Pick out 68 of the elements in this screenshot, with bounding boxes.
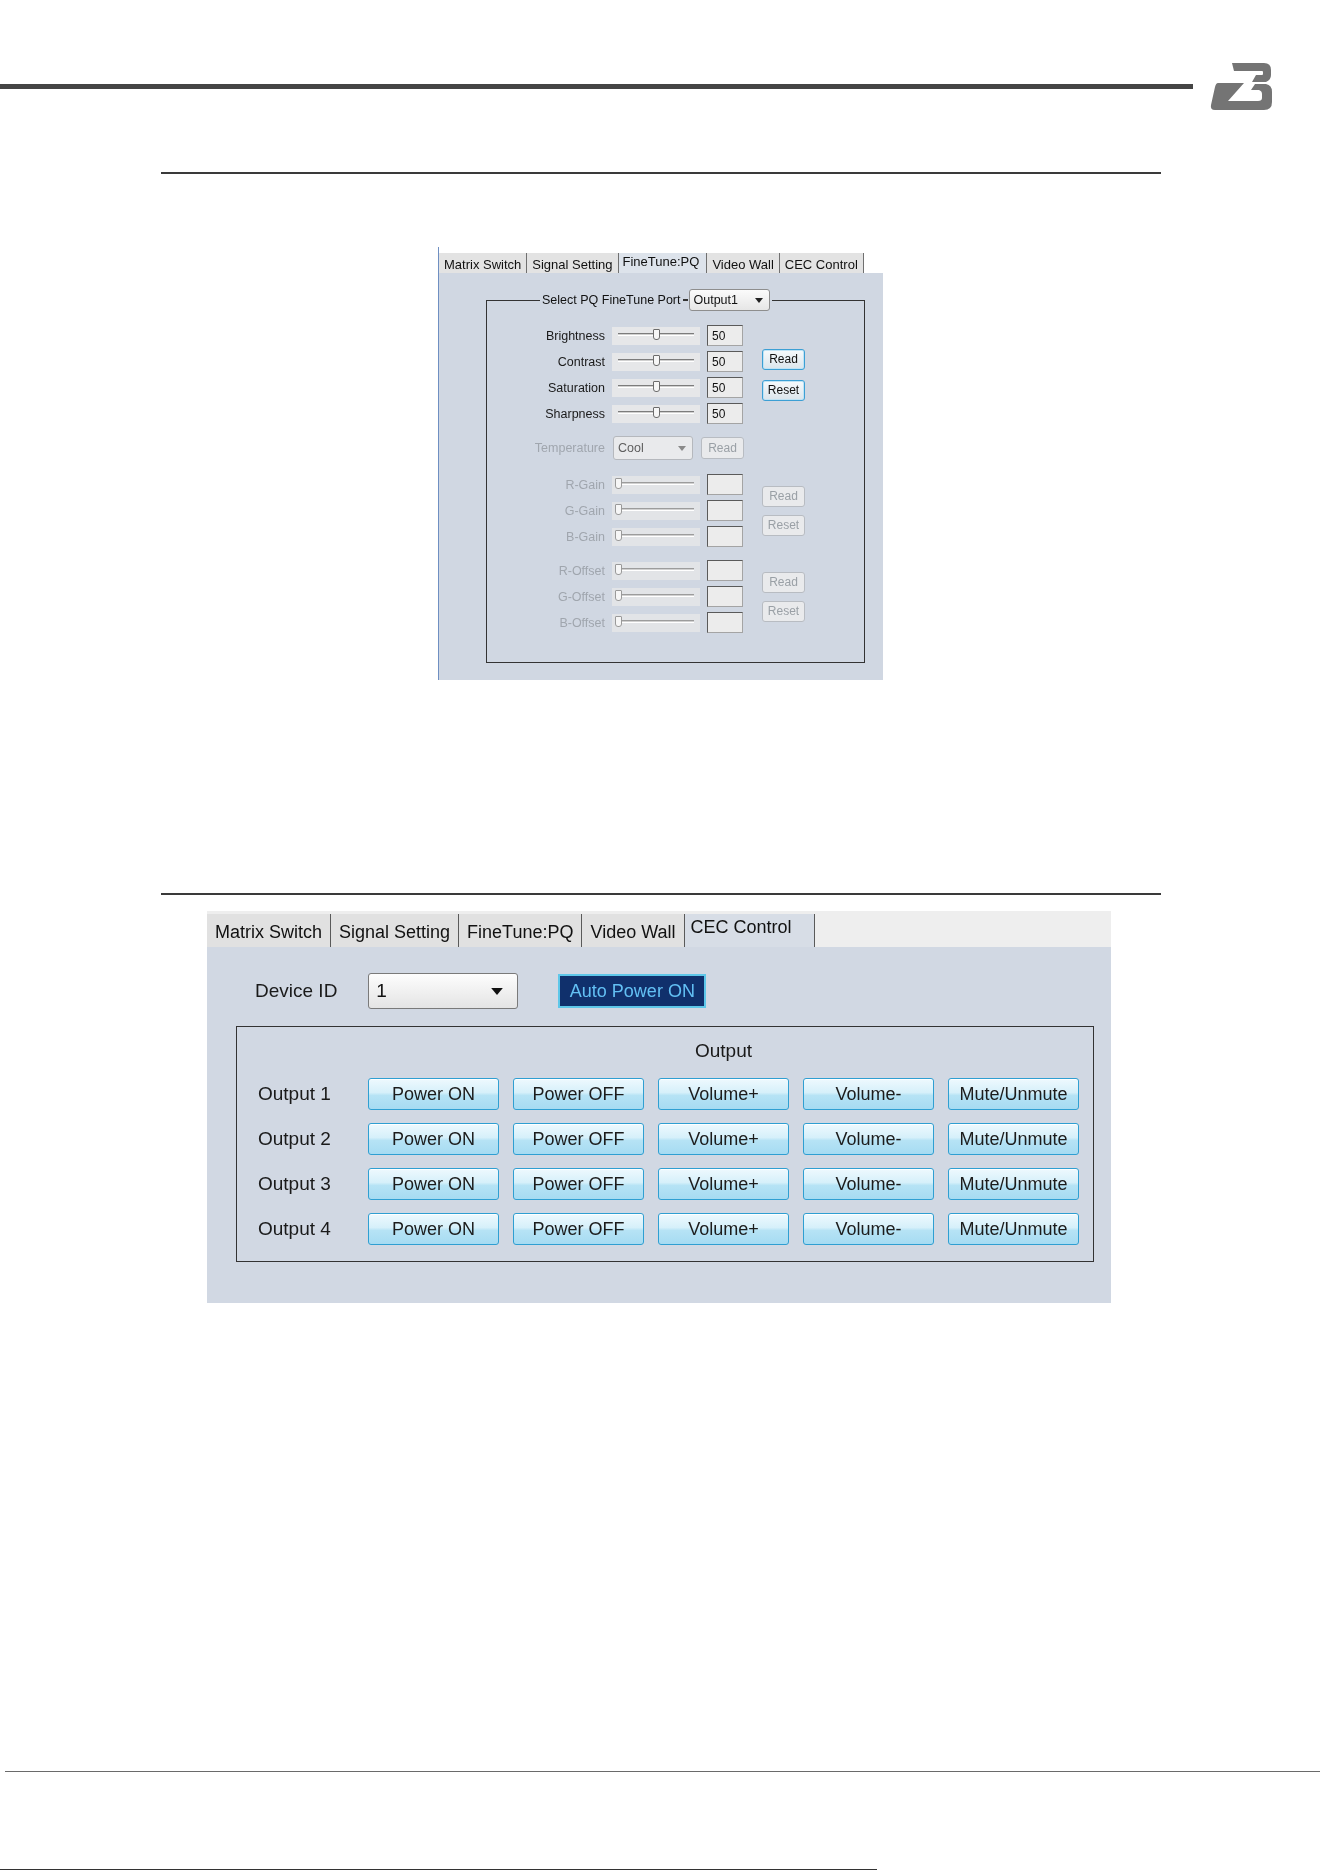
power-on-button[interactable]: Power ON <box>368 1213 499 1245</box>
auto-power-button[interactable]: Auto Power ON <box>558 974 707 1008</box>
volume-down-button[interactable]: Volume- <box>803 1123 934 1155</box>
value-field[interactable] <box>707 560 743 581</box>
tab[interactable]: CEC Control <box>684 914 815 947</box>
device-id-dropdown[interactable]: 1 <box>368 973 519 1009</box>
power-off-button[interactable]: Power OFF <box>513 1123 644 1155</box>
value-field[interactable]: 50 <box>707 377 743 398</box>
volume-up-button[interactable]: Volume+ <box>658 1168 789 1200</box>
value-field[interactable]: 50 <box>707 351 743 372</box>
value-field[interactable] <box>707 612 743 633</box>
tab[interactable]: FineTune:PQ <box>459 914 583 947</box>
value-field[interactable] <box>707 586 743 607</box>
slider-label: Contrast <box>557 354 605 369</box>
group-title: Output <box>694 1040 752 1062</box>
slider-thumb[interactable] <box>652 354 660 366</box>
slider-track[interactable] <box>612 352 700 371</box>
caret-down-icon <box>754 297 763 303</box>
mute-button[interactable]: Mute/Unmute <box>948 1213 1079 1245</box>
reset-button[interactable]: Reset <box>762 379 805 401</box>
slider-track[interactable] <box>612 326 700 345</box>
caret-down-icon <box>678 445 686 451</box>
power-on-button[interactable]: Power ON <box>368 1123 499 1155</box>
volume-down-button[interactable]: Volume- <box>803 1168 934 1200</box>
mute-button[interactable]: Mute/Unmute <box>948 1168 1079 1200</box>
tab[interactable]: Matrix Switch <box>439 253 528 273</box>
volume-up-button[interactable]: Volume+ <box>658 1213 789 1245</box>
tab[interactable]: Video Wall <box>707 253 780 273</box>
slider-track[interactable] <box>612 404 700 423</box>
device-id-label: Device ID <box>255 980 338 1002</box>
read-button[interactable]: Read <box>762 348 805 370</box>
volume-up-button[interactable]: Volume+ <box>658 1078 789 1110</box>
value-field[interactable]: 50 <box>707 403 743 424</box>
volume-down-button[interactable]: Volume- <box>803 1213 934 1245</box>
power-off-button[interactable]: Power OFF <box>513 1168 644 1200</box>
value-field[interactable] <box>707 526 743 547</box>
slider-track[interactable] <box>612 378 700 397</box>
tab[interactable]: Signal Setting <box>527 253 619 273</box>
mute-button[interactable]: Mute/Unmute <box>948 1078 1079 1110</box>
slider-label: Sharpness <box>545 406 605 421</box>
row-label: Output 2 <box>258 1128 331 1150</box>
value-field[interactable] <box>707 500 743 521</box>
row-label: Output 4 <box>258 1218 331 1240</box>
slider-label: Brightness <box>545 328 605 343</box>
volume-down-button[interactable]: Volume- <box>803 1078 934 1110</box>
slider-thumb[interactable] <box>652 380 660 392</box>
power-on-button[interactable]: Power ON <box>368 1168 499 1200</box>
slider-thumb[interactable] <box>652 406 660 418</box>
row-label: Output 3 <box>258 1173 331 1195</box>
power-off-button[interactable]: Power OFF <box>513 1213 644 1245</box>
tab[interactable]: FineTune:PQ <box>618 253 708 273</box>
port-dropdown[interactable]: Output1 <box>688 289 770 311</box>
value-field[interactable]: 50 <box>707 325 743 346</box>
power-on-button[interactable]: Power ON <box>368 1078 499 1110</box>
caret-down-icon <box>491 987 504 995</box>
tab[interactable]: CEC Control <box>779 253 864 273</box>
value-field[interactable] <box>707 474 743 495</box>
slider-thumb[interactable] <box>652 328 660 340</box>
volume-up-button[interactable]: Volume+ <box>658 1123 789 1155</box>
group-title: Select PQ FineTune Port <box>542 293 681 307</box>
tab[interactable]: Signal Setting <box>331 914 460 947</box>
slider-label: Saturation <box>548 380 605 395</box>
power-off-button[interactable]: Power OFF <box>513 1078 644 1110</box>
tab[interactable]: Matrix Switch <box>207 914 331 947</box>
tab[interactable]: Video Wall <box>582 914 685 947</box>
row-label: Output 1 <box>258 1083 331 1105</box>
logo-icon <box>1210 63 1272 110</box>
mute-button[interactable]: Mute/Unmute <box>948 1123 1079 1155</box>
